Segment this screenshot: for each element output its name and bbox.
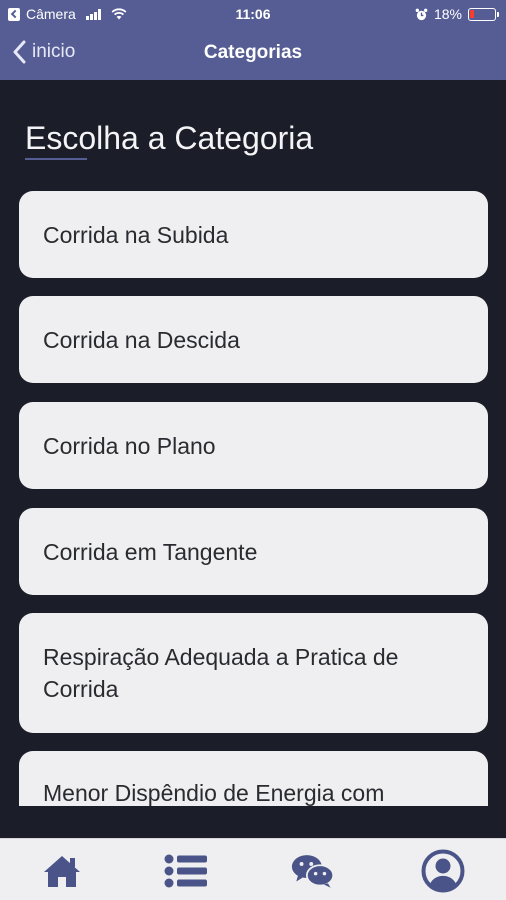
section-heading: Escolha a Categoria <box>25 120 314 156</box>
tab-chat[interactable] <box>291 849 335 893</box>
tab-bar <box>0 838 506 900</box>
category-item-label: Respiração Adequada a Pratica de Corrida <box>43 644 399 702</box>
home-icon <box>44 856 80 887</box>
status-right: 18% <box>415 6 499 22</box>
tab-home[interactable] <box>40 849 84 893</box>
category-item[interactable]: Respiração Adequada a Pratica de Corrida <box>19 613 488 733</box>
page-title: Categorias <box>203 42 303 63</box>
category-item-label: Corrida na Descida <box>43 326 240 353</box>
status-bar: Câmera 11:06 18% <box>0 0 506 28</box>
category-item[interactable]: Menor Dispêndio de Energia com <box>19 751 488 806</box>
heading-underline <box>25 158 87 160</box>
alarm-icon <box>415 8 428 20</box>
battery-percent: 18% <box>433 6 462 22</box>
navigation-bar: inicio Categorias <box>0 28 506 80</box>
category-list-screen[interactable]: Escolha a Categoria Corrida na Subida Co… <box>0 80 506 806</box>
category-item[interactable]: Corrida em Tangente <box>19 508 488 595</box>
list-icon <box>164 854 207 888</box>
category-item-label: Corrida em Tangente <box>43 538 258 565</box>
user-icon <box>421 849 465 893</box>
tab-profile[interactable] <box>421 849 465 893</box>
category-item-label: Corrida na Subida <box>43 221 229 248</box>
chat-icon <box>291 855 335 888</box>
tab-list[interactable] <box>164 849 208 893</box>
category-item[interactable]: Corrida na Subida <box>19 191 488 278</box>
category-item[interactable]: Corrida na Descida <box>19 296 488 383</box>
category-item-label: Corrida no Plano <box>43 432 216 459</box>
category-item-label: Menor Dispêndio de Energia com <box>43 780 385 806</box>
battery-icon <box>468 7 499 21</box>
category-item[interactable]: Corrida no Plano <box>19 402 488 489</box>
